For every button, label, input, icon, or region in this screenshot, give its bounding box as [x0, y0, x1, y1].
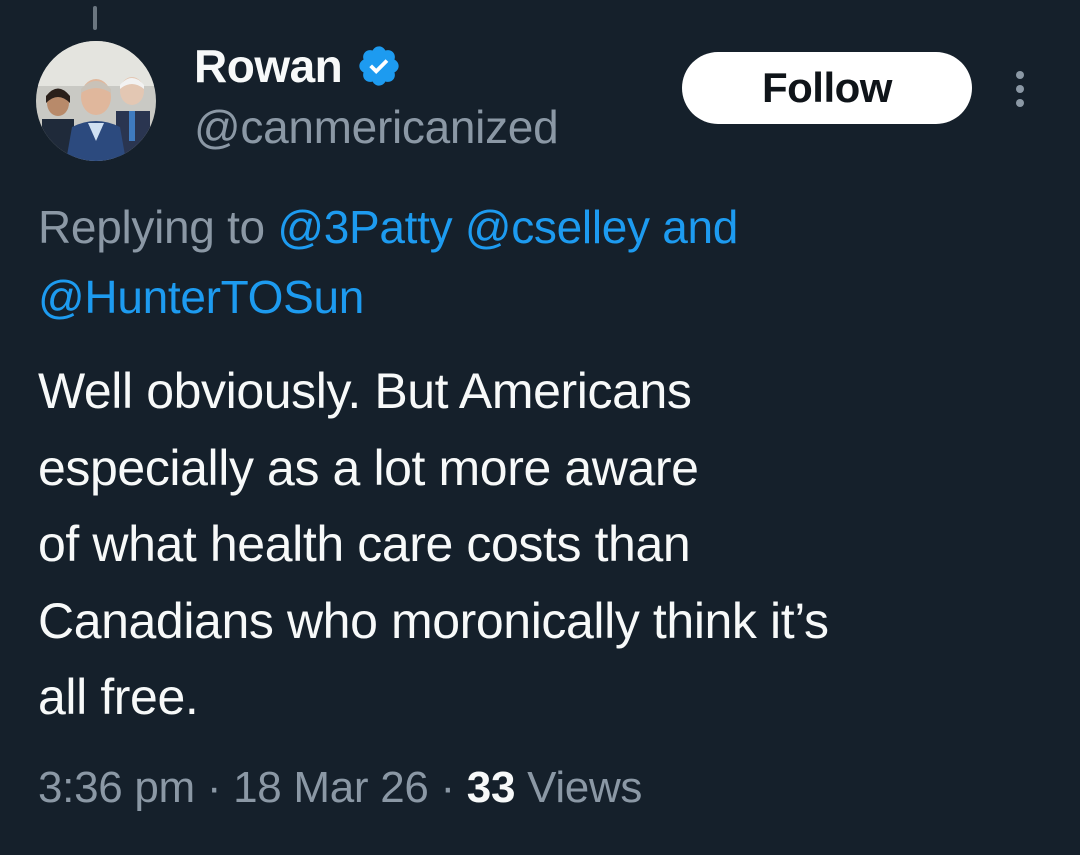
tweet-date[interactable]: 18 Mar 26 [233, 763, 429, 812]
tweet-time[interactable]: 3:36 pm [38, 763, 195, 812]
reply-context: Replying to @3Patty @cselley and @Hunter… [38, 192, 1038, 332]
verified-badge-icon[interactable] [356, 43, 402, 89]
views-label[interactable]: Views [527, 763, 642, 812]
reply-prefix: Replying to [38, 201, 265, 253]
thread-connector-line [93, 6, 97, 30]
more-vertical-icon[interactable] [1008, 68, 1032, 110]
tweet-text-line: especially as a lot more aware [38, 439, 699, 496]
mention-conjunction[interactable]: and [662, 201, 738, 253]
avatar[interactable] [36, 41, 156, 161]
tweet-text-line: all free. [38, 669, 199, 725]
meta-separator: · [440, 763, 455, 812]
follow-button[interactable]: Follow [682, 52, 972, 124]
views-count[interactable]: 33 [467, 763, 516, 812]
author-name-row: Rowan [194, 38, 402, 94]
tweet-meta: 3:36 pm · 18 Mar 26 · 33 Views [38, 758, 642, 818]
tweet-text-line: of what health care costs than [38, 516, 691, 572]
tweet-text-line: Well obviously. But Americans [38, 363, 692, 419]
author-display-name[interactable]: Rowan [194, 39, 343, 93]
mention-link[interactable]: @HunterTOSun [38, 271, 364, 323]
tweet-text: Well obviously. But Americans especially… [38, 353, 1048, 736]
meta-separator: · [206, 763, 222, 812]
author-handle[interactable]: @canmericanized [194, 100, 559, 154]
tweet-text-line: Canadians who moronically think it’s [38, 592, 829, 649]
mention-link[interactable]: @3Patty [277, 201, 452, 253]
mention-link[interactable]: @cselley [465, 201, 650, 253]
